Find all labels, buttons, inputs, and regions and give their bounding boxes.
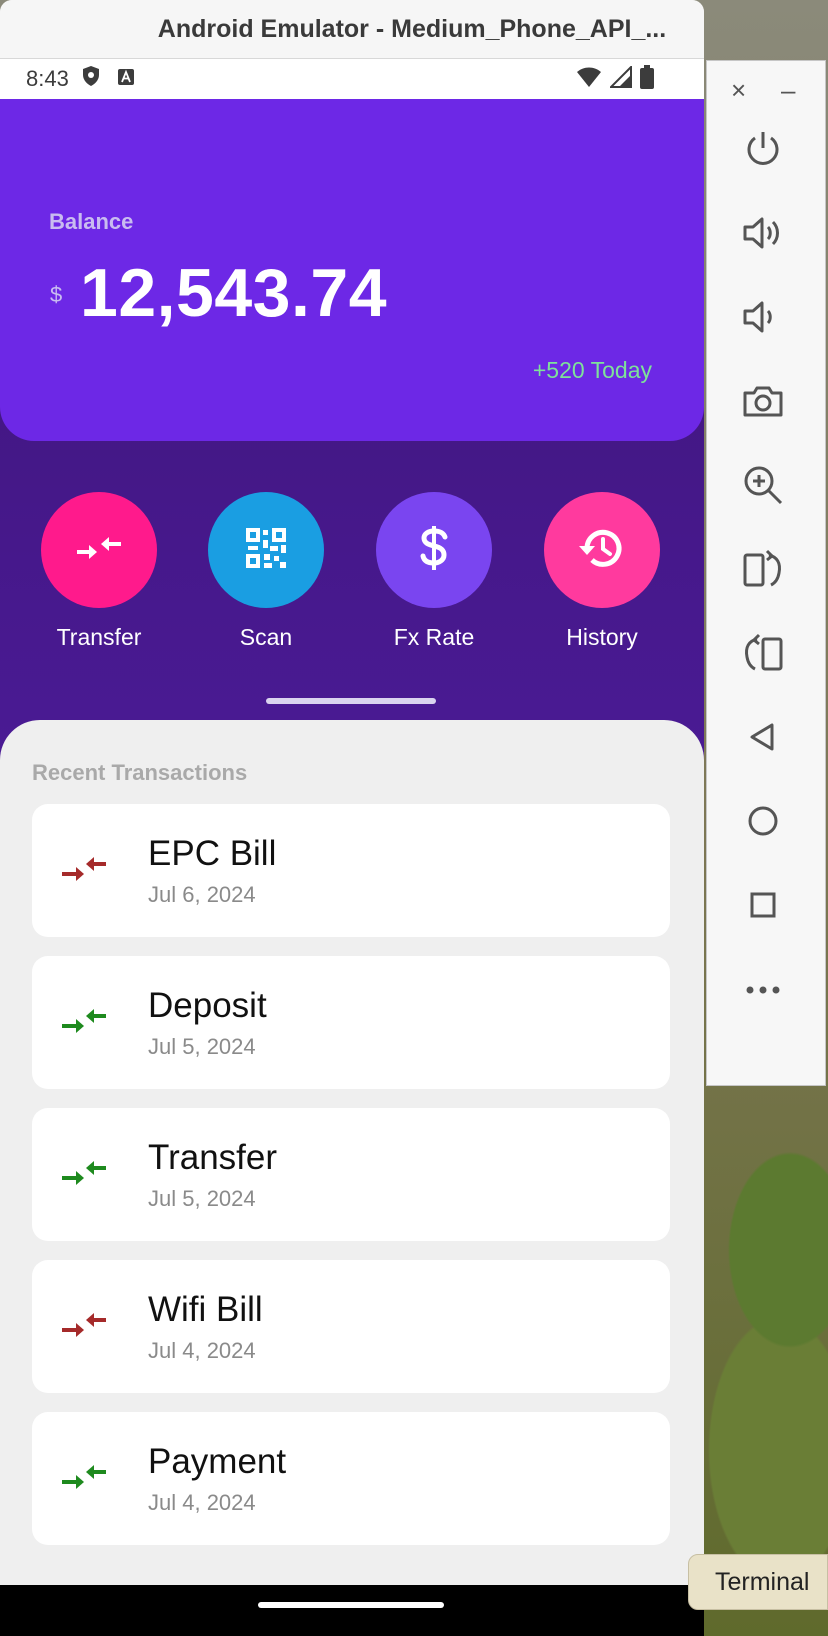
- emulator-window: Android Emulator - Medium_Phone_API_... …: [0, 0, 704, 1636]
- transaction-date: Jul 4, 2024: [148, 1490, 256, 1515]
- home-button[interactable]: [737, 797, 789, 849]
- transfer-icon: [75, 533, 123, 568]
- a-badge-icon: [117, 66, 135, 92]
- window-title: Android Emulator - Medium_Phone_API_...: [157, 14, 667, 43]
- sheet-drag-handle[interactable]: [266, 698, 436, 704]
- home-gesture-pill[interactable]: [258, 1602, 444, 1608]
- transaction-in-icon: [60, 1154, 110, 1194]
- close-icon[interactable]: ×: [731, 75, 746, 105]
- qr-code-icon: [244, 526, 288, 575]
- history-label: History: [566, 624, 638, 650]
- back-button[interactable]: [737, 713, 789, 765]
- currency-symbol: $: [50, 282, 63, 307]
- minimize-icon[interactable]: –: [781, 75, 795, 105]
- status-bar: 8:43: [0, 59, 704, 99]
- transaction-item[interactable]: Payment Jul 4, 2024: [32, 1412, 670, 1545]
- transaction-name: Transfer: [148, 1138, 278, 1177]
- transaction-date: Jul 5, 2024: [148, 1034, 256, 1059]
- transaction-item[interactable]: Wifi Bill Jul 4, 2024: [32, 1260, 670, 1393]
- transaction-name: Payment: [148, 1442, 287, 1481]
- transactions-list: EPC Bill Jul 6, 2024 Deposit Jul 5, 2024…: [32, 804, 670, 1564]
- toolbar-window-controls: × –: [707, 75, 825, 105]
- quick-actions: Transfer Scan Fx Rate History: [0, 492, 704, 662]
- fx-rate-action[interactable]: Fx Rate: [364, 492, 504, 651]
- transfer-button[interactable]: [41, 492, 157, 608]
- overview-icon: [749, 891, 777, 924]
- balance-change-today: +520 Today: [532, 357, 652, 383]
- volume-up-button[interactable]: [737, 209, 789, 261]
- device-screen: 8:43 Balance $ 12,543.74 +520 Today Tran…: [0, 59, 704, 1636]
- dollar-icon: [419, 525, 449, 576]
- history-button[interactable]: [544, 492, 660, 608]
- transfer-action[interactable]: Transfer: [29, 492, 169, 651]
- transaction-name: Wifi Bill: [148, 1290, 263, 1329]
- volume-down-button[interactable]: [737, 293, 789, 345]
- transaction-item[interactable]: Transfer Jul 5, 2024: [32, 1108, 670, 1241]
- scan-action[interactable]: Scan: [196, 492, 336, 651]
- signal-icon: [608, 64, 632, 94]
- overview-button[interactable]: [737, 881, 789, 933]
- volume-up-icon: [742, 215, 784, 256]
- more-icon: [745, 982, 781, 1000]
- zoom-button[interactable]: [737, 461, 789, 513]
- battery-icon: [640, 65, 654, 95]
- back-icon: [748, 722, 778, 757]
- rotate-right-button[interactable]: [737, 629, 789, 681]
- history-icon: [577, 525, 627, 576]
- wifi-icon: [576, 66, 602, 94]
- status-time: 8:43: [26, 66, 69, 91]
- history-action[interactable]: History: [532, 492, 672, 651]
- transaction-date: Jul 6, 2024: [148, 882, 256, 907]
- transaction-name: Deposit: [148, 986, 267, 1025]
- home-icon: [747, 805, 779, 842]
- rotate-right-icon: [742, 633, 784, 678]
- scan-button[interactable]: [208, 492, 324, 608]
- camera-icon: [742, 383, 784, 424]
- rotate-left-icon: [742, 549, 784, 594]
- more-button[interactable]: [737, 965, 789, 1017]
- terminal-label: Terminal: [715, 1567, 810, 1596]
- zoom-icon: [742, 464, 784, 511]
- transfer-label: Transfer: [56, 624, 142, 650]
- transaction-item[interactable]: Deposit Jul 5, 2024: [32, 956, 670, 1089]
- power-button[interactable]: [737, 125, 789, 177]
- fx-rate-button[interactable]: [376, 492, 492, 608]
- transaction-date: Jul 4, 2024: [148, 1338, 256, 1363]
- transaction-in-icon: [60, 1002, 110, 1042]
- balance-amount: 12,543.74: [80, 255, 388, 331]
- scan-label: Scan: [239, 624, 293, 650]
- balance-card: Balance $ 12,543.74 +520 Today: [0, 99, 704, 441]
- emulator-toolbar: × –: [706, 60, 826, 1086]
- recent-transactions-title: Recent Transactions: [32, 760, 248, 785]
- transaction-item[interactable]: EPC Bill Jul 6, 2024: [32, 804, 670, 937]
- rotate-left-button[interactable]: [737, 545, 789, 597]
- volume-down-icon: [742, 299, 784, 340]
- shield-icon: [81, 65, 101, 93]
- screenshot-button[interactable]: [737, 377, 789, 429]
- transaction-name: EPC Bill: [148, 834, 277, 873]
- power-icon: [743, 129, 783, 174]
- transaction-out-icon: [60, 1306, 110, 1346]
- transaction-in-icon: [60, 1458, 110, 1498]
- fx-rate-label: Fx Rate: [393, 624, 475, 650]
- system-nav-bar: [0, 1585, 704, 1636]
- terminal-dock-item[interactable]: Terminal: [688, 1554, 828, 1610]
- transaction-date: Jul 5, 2024: [148, 1186, 256, 1211]
- balance-label: Balance: [49, 209, 134, 234]
- window-titlebar[interactable]: Android Emulator - Medium_Phone_API_...: [0, 0, 704, 59]
- transactions-sheet: Recent Transactions EPC Bill Jul 6, 2024…: [0, 720, 704, 1620]
- transaction-out-icon: [60, 850, 110, 890]
